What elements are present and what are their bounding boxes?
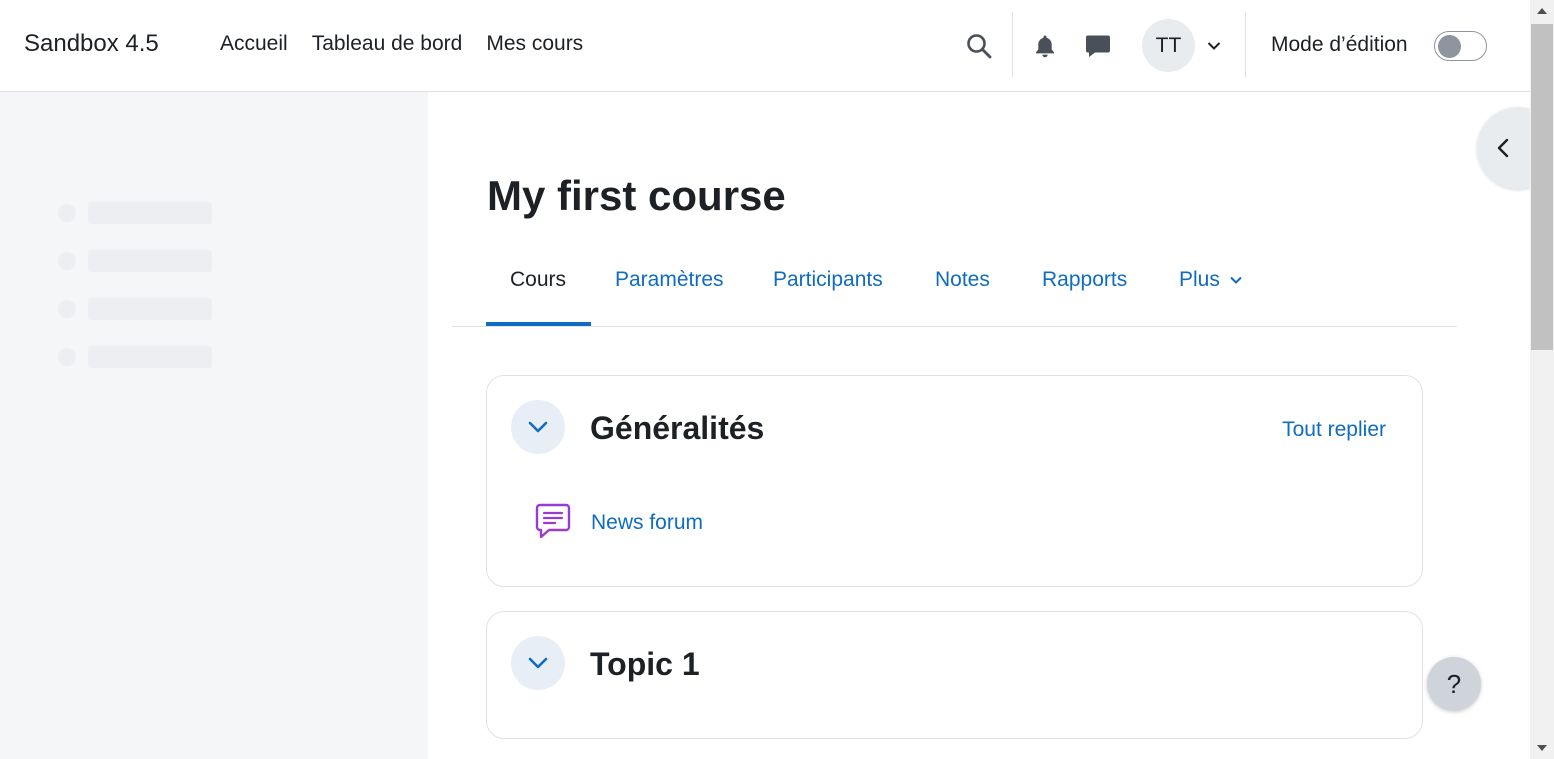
placeholder-bar [88, 346, 212, 368]
course-index-drawer [0, 92, 428, 759]
forum-icon [533, 500, 573, 545]
scroll-down-arrow-icon[interactable] [1537, 745, 1547, 751]
navbar-divider [1012, 12, 1013, 78]
site-brand[interactable]: Sandbox 4.5 [24, 30, 159, 58]
section-collapse-toggle[interactable] [511, 400, 565, 454]
search-icon[interactable] [962, 30, 996, 62]
placeholder-bar [88, 298, 212, 320]
nav-link-my-courses[interactable]: Mes cours [486, 32, 583, 56]
scrollbar-thumb[interactable] [1531, 24, 1553, 350]
placeholder-bar [88, 202, 212, 224]
tab-more-label: Plus [1179, 268, 1220, 291]
course-section-general: Généralités Tout replier News forum [486, 375, 1423, 587]
tab-grades[interactable]: Notes [935, 268, 990, 292]
tab-course[interactable]: Cours [510, 268, 566, 292]
placeholder-row [58, 202, 212, 224]
placeholder-dot [58, 300, 76, 318]
nav-link-home[interactable]: Accueil [220, 32, 288, 56]
user-menu-chevron-down-icon[interactable] [1202, 34, 1226, 58]
notifications-bell-icon[interactable] [1030, 30, 1060, 62]
section-collapse-toggle[interactable] [511, 636, 565, 690]
placeholder-dot [58, 204, 76, 222]
tab-more[interactable]: Plus [1179, 268, 1242, 292]
help-button[interactable]: ? [1427, 657, 1481, 711]
chevron-left-icon [1497, 138, 1509, 158]
tab-settings[interactable]: Paramètres [615, 268, 724, 292]
active-tab-indicator [486, 322, 591, 326]
chevron-down-icon [528, 657, 548, 669]
top-navbar: Sandbox 4.5 Accueil Tableau de bord Mes … [0, 0, 1530, 92]
placeholder-row [58, 250, 212, 272]
tab-participants[interactable]: Participants [773, 268, 883, 292]
placeholder-dot [58, 348, 76, 366]
placeholder-bar [88, 250, 212, 272]
page-title: My first course [487, 172, 786, 219]
chevron-down-icon [528, 421, 548, 433]
section-title: Généralités [590, 410, 765, 446]
placeholder-row [58, 298, 212, 320]
tab-reports[interactable]: Rapports [1042, 268, 1127, 292]
placeholder-row [58, 346, 212, 368]
section-title: Topic 1 [590, 646, 700, 682]
user-avatar[interactable]: TT [1142, 19, 1195, 72]
chevron-down-icon [1229, 277, 1242, 285]
page-scrollbar[interactable] [1530, 0, 1554, 759]
edit-mode-toggle[interactable] [1434, 31, 1487, 61]
course-section-topic-1: Topic 1 [486, 611, 1423, 739]
primary-navigation: Accueil Tableau de bord Mes cours [220, 32, 607, 56]
nav-link-dashboard[interactable]: Tableau de bord [312, 32, 463, 56]
toggle-knob [1438, 34, 1461, 58]
edit-mode-label: Mode d’édition [1271, 33, 1408, 56]
collapse-all-link[interactable]: Tout replier [1282, 418, 1386, 442]
activity-item-forum: News forum [533, 500, 703, 545]
placeholder-dot [58, 252, 76, 270]
scroll-up-arrow-icon[interactable] [1537, 8, 1547, 14]
messages-chat-icon[interactable] [1082, 30, 1114, 62]
activity-link-news-forum[interactable]: News forum [591, 511, 703, 535]
course-secondary-navigation: Cours Paramètres Participants Notes Rapp… [452, 262, 1457, 327]
navbar-divider [1245, 12, 1246, 78]
